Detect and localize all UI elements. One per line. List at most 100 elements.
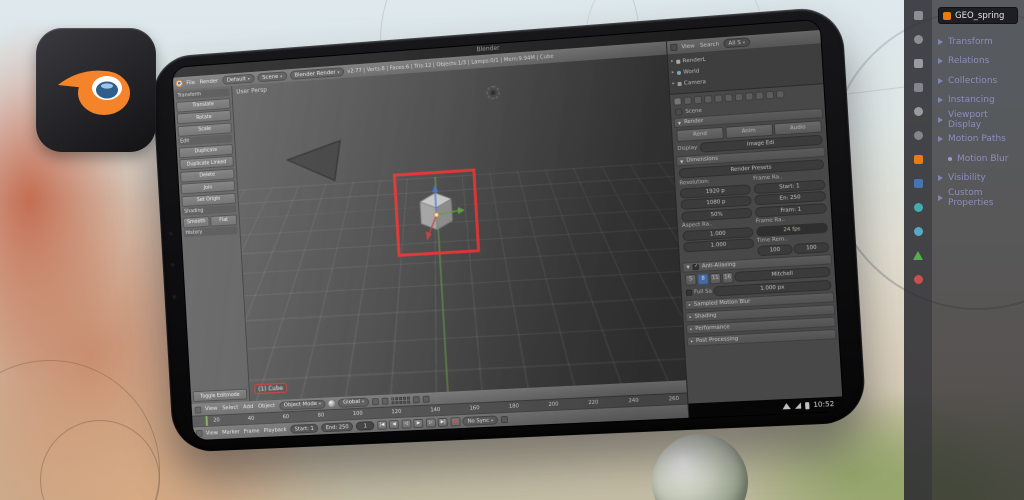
aa-samples-11-button[interactable]: 11 — [709, 272, 721, 284]
menu-file[interactable]: File — [185, 79, 196, 86]
sync-dropdown[interactable]: No Sync▾ — [462, 415, 498, 426]
snap-icon[interactable] — [413, 396, 420, 403]
scene-dropdown[interactable]: Scene▾ — [257, 71, 287, 82]
object-data-icon[interactable] — [913, 250, 924, 261]
blender-app-icon[interactable] — [36, 28, 156, 152]
outliner-display-dropdown[interactable]: All S▾ — [723, 37, 750, 48]
prev-keyframe-button[interactable]: ◀ — [389, 420, 399, 429]
view-menu[interactable]: View — [204, 406, 219, 413]
output-icon[interactable] — [913, 58, 924, 69]
timeline-view-menu[interactable]: View — [205, 430, 219, 436]
editor-type-icon[interactable] — [194, 406, 201, 413]
default-cube[interactable] — [406, 183, 468, 242]
outliner-editor-icon[interactable] — [670, 44, 678, 52]
shading-mode-icon[interactable] — [328, 400, 335, 407]
layer-dot[interactable] — [399, 396, 402, 399]
data-tab-icon[interactable] — [745, 92, 754, 101]
manipulator-rotate-icon[interactable] — [381, 397, 388, 404]
layer-dot[interactable] — [395, 397, 398, 400]
render-button[interactable]: Rend — [676, 127, 724, 142]
toggle-editmode-button[interactable]: Toggle Editmode — [193, 389, 248, 402]
panel-row-custom-properties[interactable]: Custom Properties — [938, 188, 1018, 208]
panel-row-transform[interactable]: Transform — [938, 32, 1018, 52]
world-icon[interactable] — [913, 130, 924, 141]
aa-samples-8-button[interactable]: 8 — [697, 273, 709, 285]
aspect-y-field[interactable]: 1.000 — [683, 238, 754, 252]
select-menu[interactable]: Select — [221, 405, 239, 412]
panel-row-collections[interactable]: Collections — [938, 71, 1018, 91]
keying-set-icon[interactable] — [500, 416, 507, 423]
viewport-3d[interactable]: User Persp — [232, 55, 686, 402]
anti-aliasing-checkbox[interactable] — [692, 263, 698, 269]
outliner-search-menu[interactable]: Search — [699, 41, 721, 49]
object-menu[interactable]: Object — [257, 403, 276, 410]
material-icon[interactable] — [913, 274, 924, 285]
modifiers-icon[interactable] — [913, 178, 924, 189]
next-keyframe-button[interactable]: ▷ — [426, 418, 436, 427]
layer-dot[interactable] — [407, 400, 410, 403]
flat-button[interactable]: Flat — [210, 214, 237, 226]
play-button[interactable]: ▶ — [413, 419, 423, 428]
frame-end-field[interactable]: End: 250 — [321, 422, 354, 432]
constraints-tab-icon[interactable] — [724, 94, 733, 103]
physics-tab-icon[interactable] — [776, 90, 785, 99]
join-button[interactable]: Join — [181, 180, 236, 194]
texture-tab-icon[interactable] — [765, 91, 774, 100]
panel-row-visibility[interactable]: Visibility — [938, 169, 1018, 189]
tool-section-history[interactable]: History — [183, 226, 237, 237]
scene-icon[interactable] — [913, 106, 924, 117]
time-remap-new-field[interactable]: 100 — [794, 241, 830, 253]
scene-tab-icon[interactable] — [694, 96, 703, 105]
layer-dot[interactable] — [395, 401, 398, 404]
manipulator-translate-icon[interactable] — [372, 398, 379, 405]
outliner-view-menu[interactable]: View — [680, 43, 696, 50]
camera-object[interactable] — [282, 139, 346, 188]
blender-menu-icon[interactable] — [176, 80, 183, 87]
layer-selector[interactable] — [391, 396, 410, 404]
layer-dot[interactable] — [399, 400, 402, 403]
panel-row-motion-paths[interactable]: Motion Paths — [938, 130, 1018, 150]
world-tab-icon[interactable] — [704, 95, 713, 104]
mode-dropdown[interactable]: Object Mode▾ — [279, 399, 326, 410]
layer-dot[interactable] — [403, 400, 406, 403]
physics-icon[interactable] — [913, 226, 924, 237]
record-button[interactable]: ● — [450, 417, 460, 426]
jump-end-button[interactable]: ▶| — [438, 418, 448, 427]
layer-dot[interactable] — [407, 396, 410, 399]
time-remap-old-field[interactable]: 100 — [757, 244, 792, 256]
render-layers-tab-icon[interactable] — [683, 96, 692, 105]
object-icon[interactable] — [913, 154, 924, 165]
layer-dot[interactable] — [391, 397, 394, 400]
render-opengl-icon[interactable] — [422, 395, 429, 402]
render-icon[interactable] — [913, 34, 924, 45]
timeline-marker-menu[interactable]: Marker — [221, 429, 241, 436]
frame-start-field[interactable]: Start: 1 — [290, 424, 319, 434]
duplicate-linked-button[interactable]: Duplicate Linked — [179, 156, 234, 170]
jump-start-button[interactable]: |◀ — [377, 420, 387, 429]
add-menu[interactable]: Add — [242, 404, 254, 410]
panel-row-relations[interactable]: Relations — [938, 52, 1018, 72]
full-sample-checkbox[interactable] — [686, 289, 692, 295]
screen-layout-dropdown[interactable]: Default▾ — [222, 74, 255, 85]
aa-samples-16-button[interactable]: 16 — [722, 271, 734, 283]
timeline-frame-menu[interactable]: Frame — [243, 428, 261, 435]
aa-samples-5-button[interactable]: 5 — [685, 274, 697, 286]
animation-button[interactable]: Anim — [725, 124, 773, 139]
modifiers-tab-icon[interactable] — [735, 93, 744, 102]
timeline-editor-icon[interactable] — [196, 430, 203, 437]
layer-dot[interactable] — [391, 401, 394, 404]
tool-icon[interactable] — [913, 10, 924, 21]
render-tab-icon[interactable] — [673, 97, 682, 106]
current-frame-field[interactable]: 1 — [356, 421, 375, 431]
layer-dot[interactable] — [403, 396, 406, 399]
smooth-button[interactable]: Smooth — [183, 216, 210, 228]
panel-row-instancing[interactable]: Instancing — [938, 91, 1018, 111]
view-layer-icon[interactable] — [913, 82, 924, 93]
play-reverse-button[interactable]: ◁ — [401, 419, 411, 428]
panel-row-viewport-display[interactable]: Viewport Display — [938, 110, 1018, 130]
object-name-field[interactable]: GEO_spring — [938, 7, 1018, 24]
panel-row-motion-blur[interactable]: Motion Blur — [938, 149, 1018, 169]
object-tab-icon[interactable] — [714, 94, 723, 103]
lamp-object[interactable] — [491, 90, 496, 95]
material-tab-icon[interactable] — [755, 91, 764, 100]
